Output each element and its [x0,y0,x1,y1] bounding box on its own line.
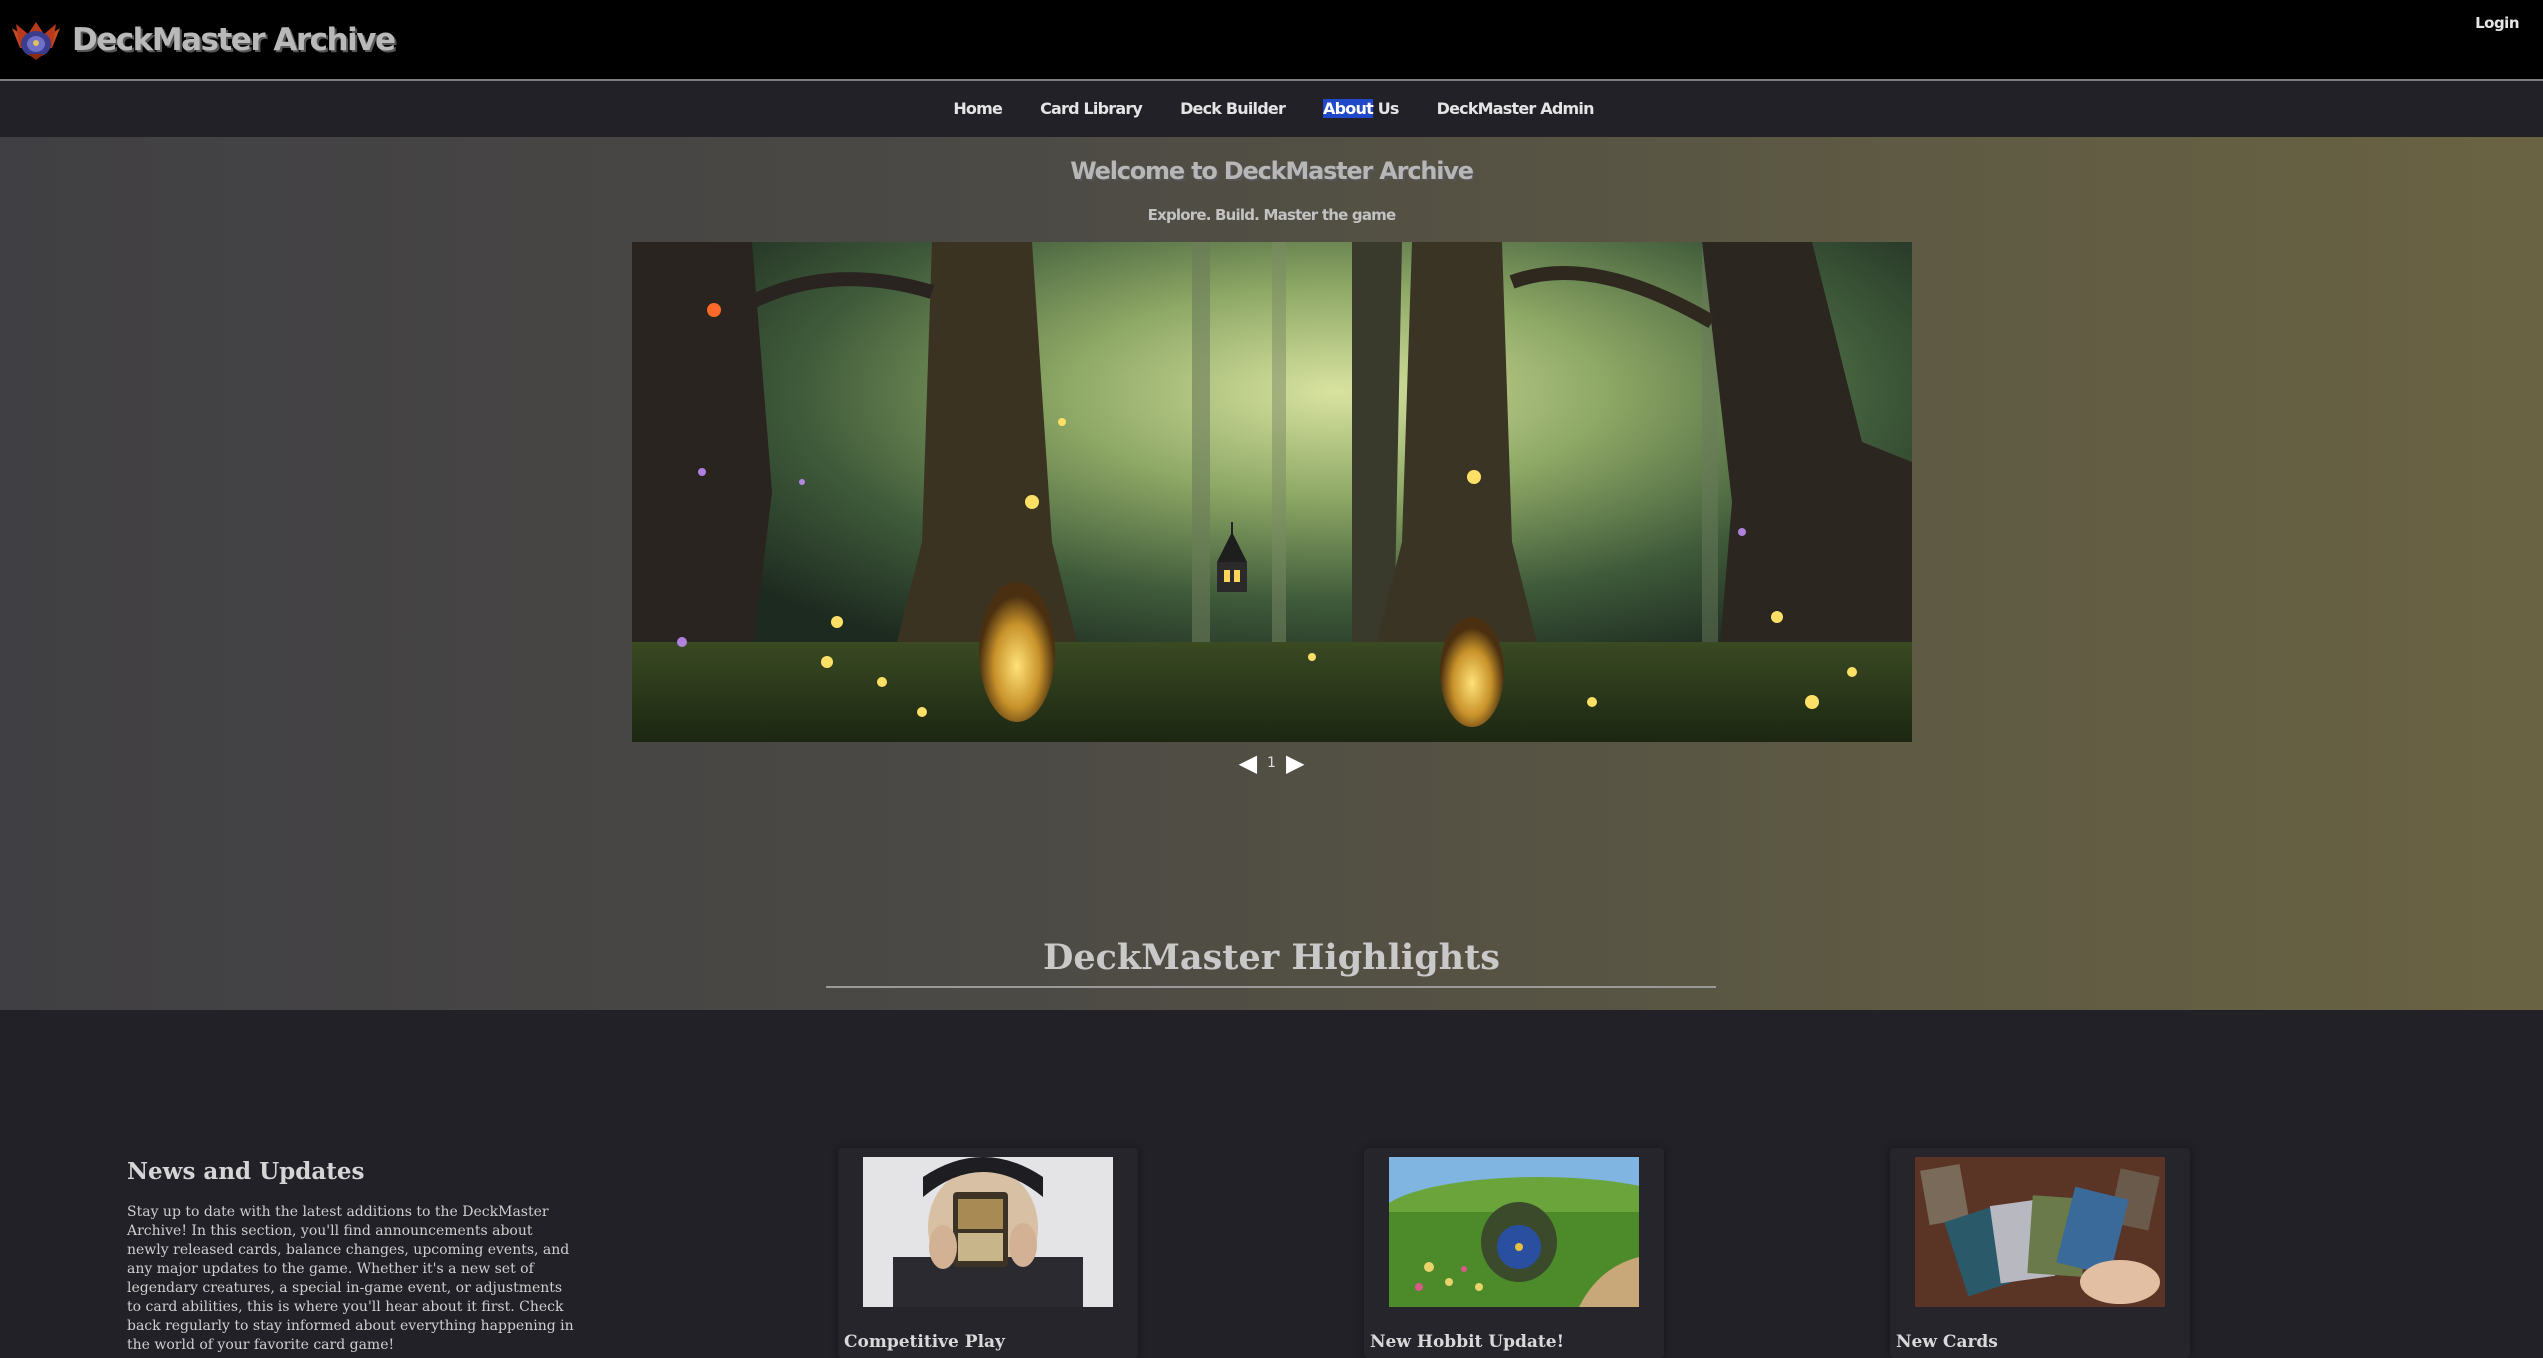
hero-title: Welcome to DeckMaster Archive [1070,157,1474,185]
enchanted-forest-image [632,242,1912,742]
carousel-controls: ◀ 1 ▶ [0,751,2543,775]
highlight-card-new-cards[interactable]: New Cards [1890,1148,2190,1358]
nav-home[interactable]: Home [953,99,1003,118]
highlight-card-competitive[interactable]: Competitive Play [838,1148,1138,1358]
highlight-card-hobbit[interactable]: New Hobbit Update! [1364,1148,1664,1358]
deckmaster-logo-icon [12,22,60,60]
nav-deckmaster-admin[interactable]: DeckMaster Admin [1437,99,1595,118]
carousel-page-number: 1 [1267,755,1276,771]
nav-about-us[interactable]: About Us [1323,99,1399,118]
nav-about-selected-text: About [1323,99,1374,118]
carousel-prev-icon[interactable]: ◀ [1239,751,1257,775]
card-title-hobbit: New Hobbit Update! [1370,1332,1565,1352]
top-bar: DeckMaster Archive Login [0,0,2543,81]
nav-card-library[interactable]: Card Library [1040,99,1143,118]
carousel-next-icon[interactable]: ▶ [1286,751,1304,775]
login-link[interactable]: Login [2475,14,2519,32]
card-title-competitive: Competitive Play [844,1332,1005,1352]
news-title: News and Updates [127,1158,365,1185]
hero-subtitle: Explore. Build. Master the game [1147,206,1397,224]
nav-about-rest-text: Us [1372,99,1400,118]
carousel-image [632,242,1912,742]
main-nav: Home Card Library Deck Builder About Us … [0,83,2543,137]
brand-name: DeckMaster Archive [72,22,396,58]
news-body: Stay up to date with the latest addition… [127,1204,574,1353]
hero-section: Welcome to DeckMaster Archive Explore. B… [0,137,2543,1010]
card-image-hobbit [1389,1157,1639,1307]
highlights-divider [826,986,1716,988]
card-image-competitive [863,1157,1113,1307]
highlights-title: DeckMaster Highlights [1042,937,1501,978]
card-image-new-cards [1915,1157,2165,1307]
logo[interactable]: DeckMaster Archive [8,18,396,62]
nav-deck-builder[interactable]: Deck Builder [1180,99,1286,118]
card-title-new-cards: New Cards [1896,1332,1998,1352]
